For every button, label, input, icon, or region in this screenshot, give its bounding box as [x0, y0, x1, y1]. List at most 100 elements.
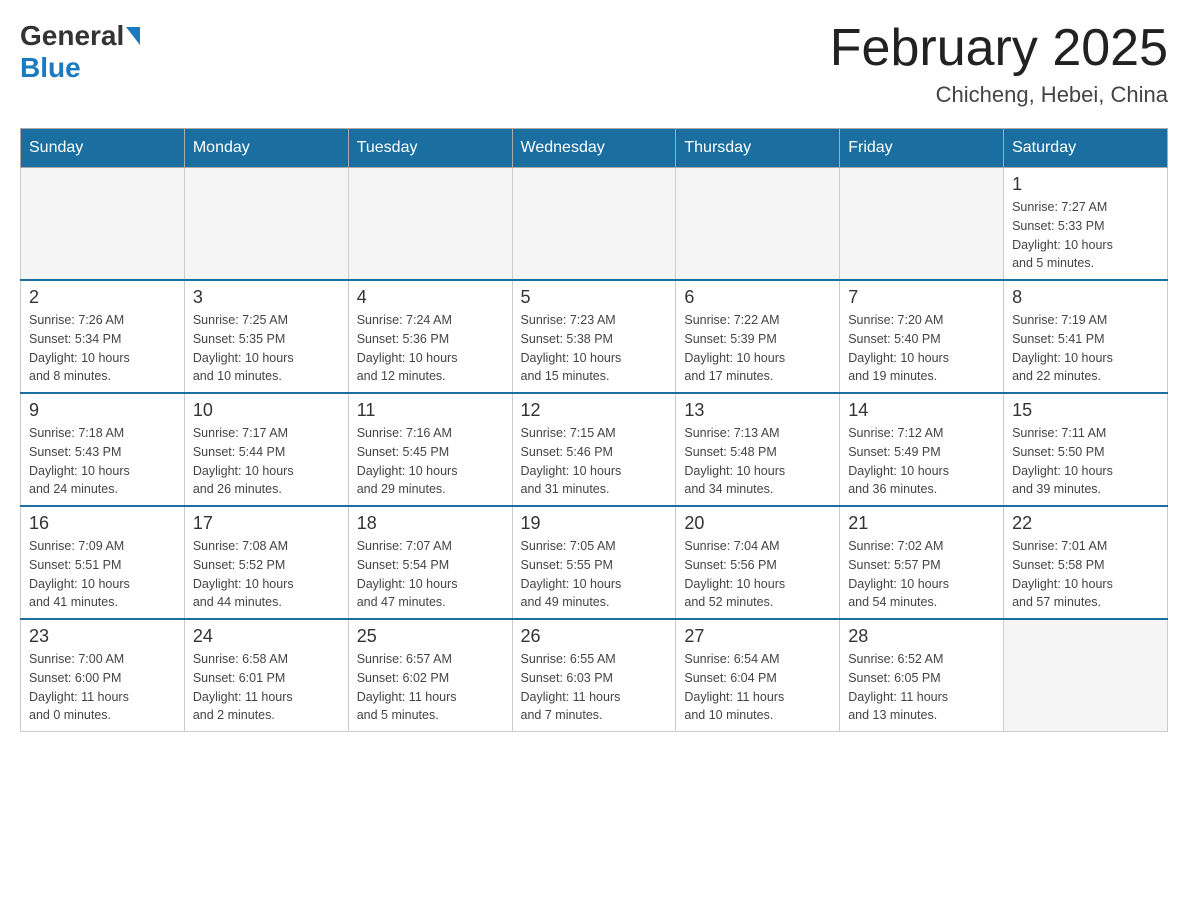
- calendar-cell: 28 Sunrise: 6:52 AM Sunset: 6:05 PM Dayli…: [840, 619, 1004, 732]
- day-info: Sunrise: 7:18 AM Sunset: 5:43 PM Dayligh…: [29, 424, 176, 499]
- calendar-cell: 17 Sunrise: 7:08 AM Sunset: 5:52 PM Dayli…: [184, 506, 348, 619]
- day-number: 7: [848, 287, 995, 308]
- calendar-cell: [184, 168, 348, 281]
- day-info: Sunrise: 7:08 AM Sunset: 5:52 PM Dayligh…: [193, 537, 340, 612]
- day-info: Sunrise: 7:07 AM Sunset: 5:54 PM Dayligh…: [357, 537, 504, 612]
- day-number: 3: [193, 287, 340, 308]
- day-info: Sunrise: 7:11 AM Sunset: 5:50 PM Dayligh…: [1012, 424, 1159, 499]
- calendar-cell: 14 Sunrise: 7:12 AM Sunset: 5:49 PM Dayli…: [840, 393, 1004, 506]
- day-number: 20: [684, 513, 831, 534]
- column-header-monday: Monday: [184, 129, 348, 168]
- day-info: Sunrise: 7:22 AM Sunset: 5:39 PM Dayligh…: [684, 311, 831, 386]
- day-number: 12: [521, 400, 668, 421]
- logo-general-text: General: [20, 20, 124, 52]
- day-number: 4: [357, 287, 504, 308]
- day-number: 24: [193, 626, 340, 647]
- day-number: 5: [521, 287, 668, 308]
- day-number: 11: [357, 400, 504, 421]
- calendar-cell: 20 Sunrise: 7:04 AM Sunset: 5:56 PM Dayli…: [676, 506, 840, 619]
- calendar-cell: 25 Sunrise: 6:57 AM Sunset: 6:02 PM Dayli…: [348, 619, 512, 732]
- calendar-cell: [348, 168, 512, 281]
- calendar-cell: 4 Sunrise: 7:24 AM Sunset: 5:36 PM Daylig…: [348, 280, 512, 393]
- calendar-cell: 27Sunrise: 6:54 AM Sunset: 6:04 PM Dayli…: [676, 619, 840, 732]
- day-number: 15: [1012, 400, 1159, 421]
- location-text: Chicheng, Hebei, China: [830, 82, 1168, 108]
- day-info: Sunrise: 7:23 AM Sunset: 5:38 PM Dayligh…: [521, 311, 668, 386]
- day-number: 22: [1012, 513, 1159, 534]
- day-number: 1: [1012, 174, 1159, 195]
- day-number: 13: [684, 400, 831, 421]
- day-info: Sunrise: 7:15 AM Sunset: 5:46 PM Dayligh…: [521, 424, 668, 499]
- month-title: February 2025: [830, 20, 1168, 77]
- day-number: 2: [29, 287, 176, 308]
- day-info: Sunrise: 7:05 AM Sunset: 5:55 PM Dayligh…: [521, 537, 668, 612]
- day-number: 27: [684, 626, 831, 647]
- day-info: Sunrise: 7:02 AM Sunset: 5:57 PM Dayligh…: [848, 537, 995, 612]
- logo: General Blue: [20, 20, 142, 84]
- calendar-cell: 12 Sunrise: 7:15 AM Sunset: 5:46 PM Dayli…: [512, 393, 676, 506]
- day-info: Sunrise: 7:20 AM Sunset: 5:40 PM Dayligh…: [848, 311, 995, 386]
- logo-blue-text: Blue: [20, 52, 81, 83]
- day-number: 26: [521, 626, 668, 647]
- calendar-cell: [840, 168, 1004, 281]
- day-info: Sunrise: 7:16 AM Sunset: 5:45 PM Dayligh…: [357, 424, 504, 499]
- calendar-cell: 10Sunrise: 7:17 AM Sunset: 5:44 PM Dayli…: [184, 393, 348, 506]
- calendar-week-row: 9 Sunrise: 7:18 AM Sunset: 5:43 PM Daylig…: [21, 393, 1168, 506]
- calendar-cell: 3Sunrise: 7:25 AM Sunset: 5:35 PM Daylig…: [184, 280, 348, 393]
- calendar-cell: 16Sunrise: 7:09 AM Sunset: 5:51 PM Dayli…: [21, 506, 185, 619]
- day-number: 6: [684, 287, 831, 308]
- day-number: 9: [29, 400, 176, 421]
- day-info: Sunrise: 7:26 AM Sunset: 5:34 PM Dayligh…: [29, 311, 176, 386]
- day-info: Sunrise: 7:00 AM Sunset: 6:00 PM Dayligh…: [29, 650, 176, 725]
- calendar-cell: 22 Sunrise: 7:01 AM Sunset: 5:58 PM Dayli…: [1004, 506, 1168, 619]
- calendar-week-row: 16Sunrise: 7:09 AM Sunset: 5:51 PM Dayli…: [21, 506, 1168, 619]
- calendar-table: SundayMondayTuesdayWednesdayThursdayFrid…: [20, 128, 1168, 732]
- day-info: Sunrise: 7:27 AM Sunset: 5:33 PM Dayligh…: [1012, 198, 1159, 273]
- calendar-week-row: 2 Sunrise: 7:26 AM Sunset: 5:34 PM Daylig…: [21, 280, 1168, 393]
- calendar-cell: 23 Sunrise: 7:00 AM Sunset: 6:00 PM Dayli…: [21, 619, 185, 732]
- calendar-cell: 21Sunrise: 7:02 AM Sunset: 5:57 PM Dayli…: [840, 506, 1004, 619]
- calendar-cell: 8Sunrise: 7:19 AM Sunset: 5:41 PM Daylig…: [1004, 280, 1168, 393]
- calendar-cell: 5 Sunrise: 7:23 AM Sunset: 5:38 PM Daylig…: [512, 280, 676, 393]
- day-info: Sunrise: 6:57 AM Sunset: 6:02 PM Dayligh…: [357, 650, 504, 725]
- calendar-cell: 18 Sunrise: 7:07 AM Sunset: 5:54 PM Dayli…: [348, 506, 512, 619]
- calendar-cell: [1004, 619, 1168, 732]
- column-header-friday: Friday: [840, 129, 1004, 168]
- day-info: Sunrise: 7:04 AM Sunset: 5:56 PM Dayligh…: [684, 537, 831, 612]
- day-info: Sunrise: 6:58 AM Sunset: 6:01 PM Dayligh…: [193, 650, 340, 725]
- day-number: 28: [848, 626, 995, 647]
- day-info: Sunrise: 7:12 AM Sunset: 5:49 PM Dayligh…: [848, 424, 995, 499]
- calendar-week-row: 1 Sunrise: 7:27 AM Sunset: 5:33 PM Daylig…: [21, 168, 1168, 281]
- calendar-cell: 24 Sunrise: 6:58 AM Sunset: 6:01 PM Dayli…: [184, 619, 348, 732]
- day-info: Sunrise: 6:52 AM Sunset: 6:05 PM Dayligh…: [848, 650, 995, 725]
- day-number: 25: [357, 626, 504, 647]
- day-number: 17: [193, 513, 340, 534]
- day-number: 19: [521, 513, 668, 534]
- column-header-saturday: Saturday: [1004, 129, 1168, 168]
- day-info: Sunrise: 6:55 AM Sunset: 6:03 PM Dayligh…: [521, 650, 668, 725]
- calendar-cell: 13 Sunrise: 7:13 AM Sunset: 5:48 PM Dayli…: [676, 393, 840, 506]
- day-info: Sunrise: 7:24 AM Sunset: 5:36 PM Dayligh…: [357, 311, 504, 386]
- calendar-cell: 11 Sunrise: 7:16 AM Sunset: 5:45 PM Dayli…: [348, 393, 512, 506]
- calendar-cell: 2 Sunrise: 7:26 AM Sunset: 5:34 PM Daylig…: [21, 280, 185, 393]
- day-number: 8: [1012, 287, 1159, 308]
- calendar-week-row: 23 Sunrise: 7:00 AM Sunset: 6:00 PM Dayli…: [21, 619, 1168, 732]
- day-info: Sunrise: 7:13 AM Sunset: 5:48 PM Dayligh…: [684, 424, 831, 499]
- day-info: Sunrise: 7:17 AM Sunset: 5:44 PM Dayligh…: [193, 424, 340, 499]
- day-number: 14: [848, 400, 995, 421]
- calendar-cell: 26 Sunrise: 6:55 AM Sunset: 6:03 PM Dayli…: [512, 619, 676, 732]
- logo-arrow-icon: [126, 27, 140, 45]
- calendar-cell: 15 Sunrise: 7:11 AM Sunset: 5:50 PM Dayli…: [1004, 393, 1168, 506]
- day-number: 23: [29, 626, 176, 647]
- calendar-cell: 19 Sunrise: 7:05 AM Sunset: 5:55 PM Dayli…: [512, 506, 676, 619]
- column-header-tuesday: Tuesday: [348, 129, 512, 168]
- column-header-wednesday: Wednesday: [512, 129, 676, 168]
- calendar-cell: 6 Sunrise: 7:22 AM Sunset: 5:39 PM Daylig…: [676, 280, 840, 393]
- calendar-cell: [21, 168, 185, 281]
- day-number: 18: [357, 513, 504, 534]
- column-header-sunday: Sunday: [21, 129, 185, 168]
- title-section: February 2025 Chicheng, Hebei, China: [830, 20, 1168, 108]
- day-info: Sunrise: 7:09 AM Sunset: 5:51 PM Dayligh…: [29, 537, 176, 612]
- calendar-cell: 7 Sunrise: 7:20 AM Sunset: 5:40 PM Daylig…: [840, 280, 1004, 393]
- day-info: Sunrise: 7:01 AM Sunset: 5:58 PM Dayligh…: [1012, 537, 1159, 612]
